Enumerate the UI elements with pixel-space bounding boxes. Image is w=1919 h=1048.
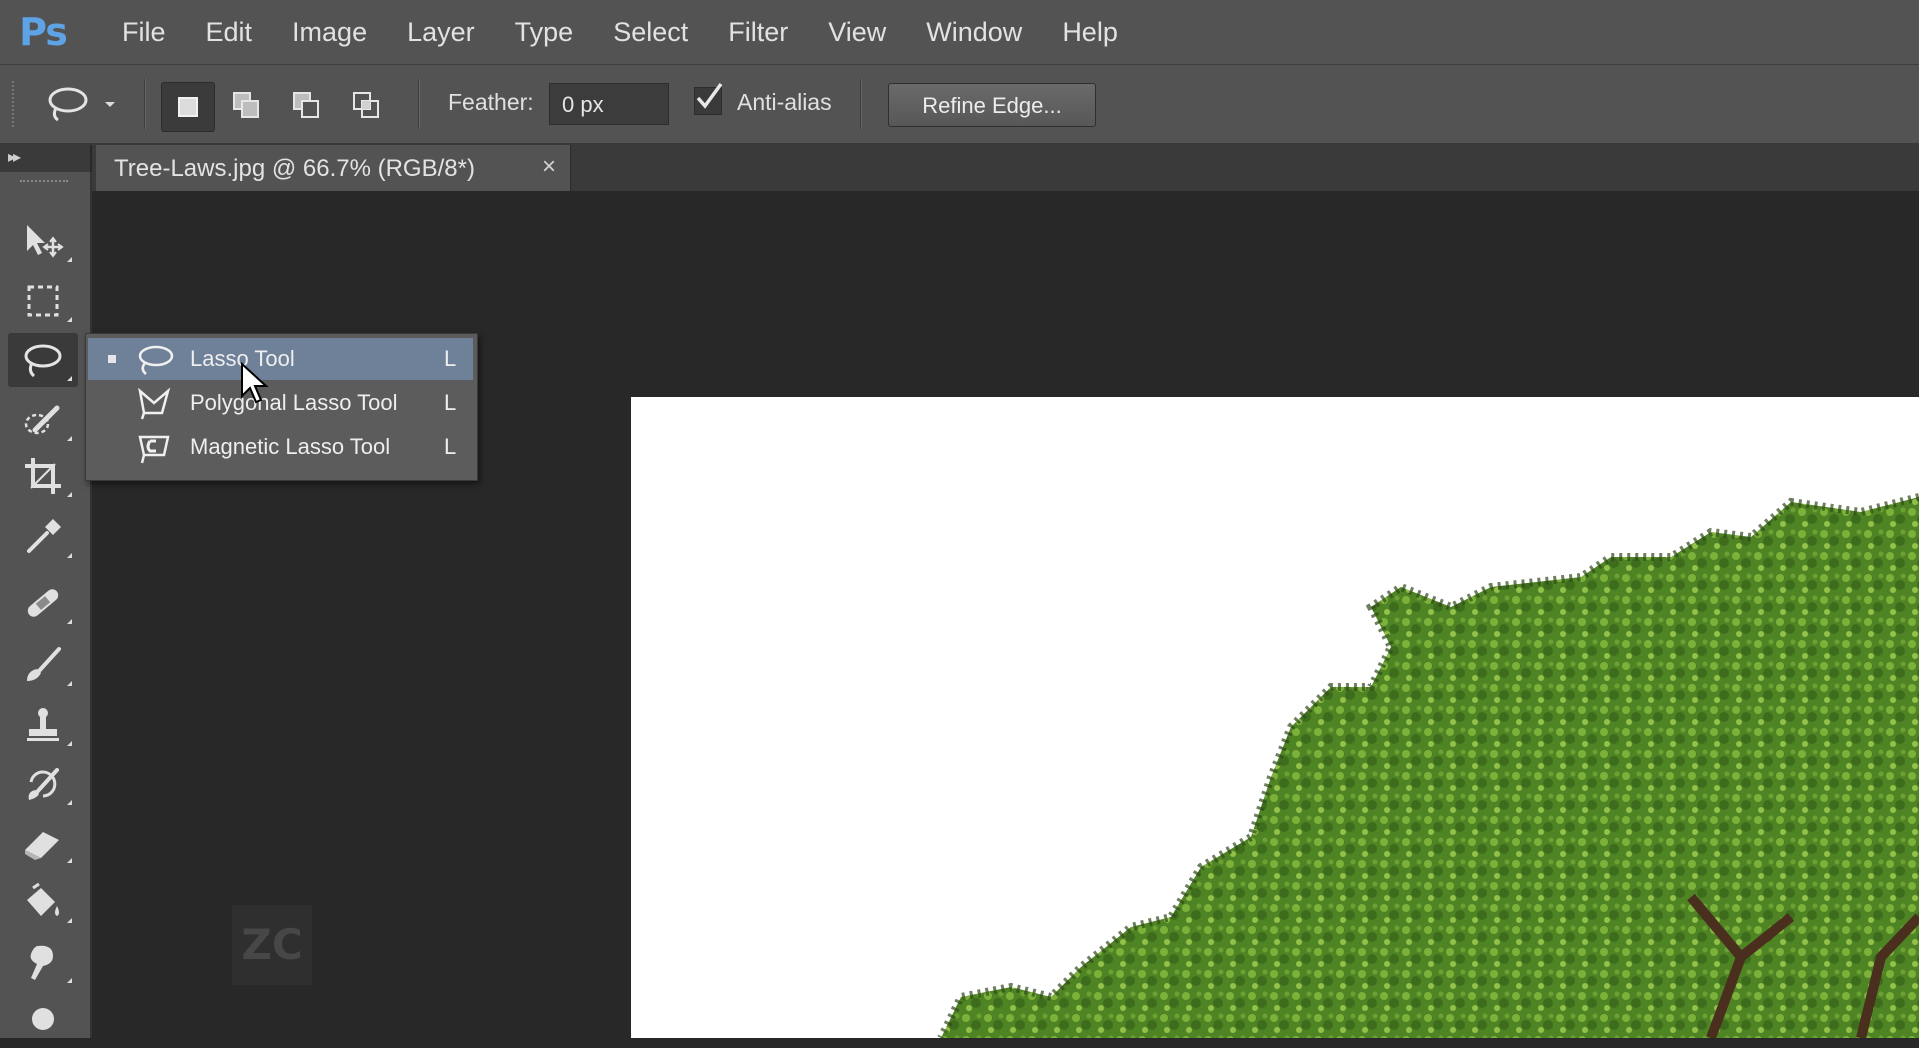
subtract-from-selection-button[interactable]: [281, 82, 333, 130]
flyout-item-magnetic-lasso-tool[interactable]: Magnetic Lasso Tool L: [88, 426, 473, 468]
options-separator: [418, 79, 420, 129]
clone-stamp-tool-button[interactable]: [8, 698, 78, 752]
options-separator: [144, 79, 146, 129]
eyedropper-tool-icon: [27, 519, 61, 553]
magnetic-lasso-icon: [138, 435, 170, 464]
lasso-tools-flyout-menu: Lasso Tool L Polygonal Lasso Tool L Magn…: [85, 333, 478, 481]
menu-view[interactable]: View: [808, 0, 906, 64]
feather-label: Feather:: [448, 89, 534, 115]
brush-tool-button[interactable]: [8, 638, 78, 692]
history-brush-tool-icon: [28, 768, 59, 800]
history-brush-tool-button[interactable]: [8, 757, 78, 811]
options-bar: Feather: 0 px Anti-alias Refine Edge...: [0, 65, 1919, 145]
dodge-tool-button[interactable]: [8, 994, 78, 1048]
quick-selection-tool-icon: [24, 405, 60, 435]
flyout-item-shortcut: L: [444, 434, 457, 459]
tools-panel-grip[interactable]: [20, 180, 68, 186]
lasso-icon: [138, 345, 174, 375]
mouse-cursor-icon: [241, 362, 269, 404]
move-tool-icon: [27, 225, 64, 258]
tool-preset-picker[interactable]: [44, 81, 134, 127]
healing-brush-tool-button[interactable]: [8, 576, 78, 630]
chevron-down-icon: [105, 102, 115, 107]
flyout-item-label: Polygonal Lasso Tool: [190, 390, 398, 415]
marquee-tool-button[interactable]: [8, 274, 78, 328]
photoshop-logo: Ps: [19, 10, 68, 54]
menu-window[interactable]: Window: [906, 0, 1042, 64]
intersect-selection-icon: [353, 92, 379, 118]
eraser-tool-button[interactable]: [8, 815, 78, 869]
lasso-tool-icon: [24, 344, 62, 378]
smudge-tool-button[interactable]: [8, 935, 78, 989]
clone-stamp-tool-icon: [27, 708, 59, 741]
marquee-tool-icon: [27, 285, 59, 317]
flyout-item-shortcut: L: [444, 390, 457, 415]
anti-alias-checkbox[interactable]: [694, 82, 723, 115]
eraser-tool-icon: [25, 832, 59, 860]
flyout-item-label: Magnetic Lasso Tool: [190, 434, 391, 459]
quick-selection-tool-button[interactable]: [8, 393, 78, 447]
tools-panel-header: ▸▸: [0, 145, 90, 173]
crop-tool-button[interactable]: [8, 449, 78, 503]
lasso-icon: [48, 87, 88, 122]
paint-bucket-tool-button[interactable]: [8, 875, 78, 929]
flyout-item-polygonal-lasso-tool[interactable]: Polygonal Lasso Tool L: [88, 382, 473, 424]
watermark-logo: ZC: [232, 905, 312, 985]
crop-tool-icon: [25, 458, 61, 494]
anti-alias-label: Anti-alias: [737, 89, 832, 115]
flyout-item-shortcut: L: [444, 346, 457, 371]
menu-help[interactable]: Help: [1042, 0, 1138, 64]
new-selection-button[interactable]: [161, 82, 215, 132]
dodge-tool-icon: [32, 1008, 54, 1030]
document-title: Tree-Laws.jpg @ 66.7% (RGB/8*): [114, 155, 475, 182]
tools-panel: [0, 172, 92, 1038]
menu-type[interactable]: Type: [495, 0, 594, 64]
menu-bar: Ps File Edit Image Layer Type Select Fil…: [0, 0, 1919, 65]
polygonal-lasso-icon: [138, 387, 171, 420]
lasso-tool-button[interactable]: [8, 333, 78, 387]
add-selection-icon: [233, 92, 259, 118]
refine-edge-button[interactable]: Refine Edge...: [888, 83, 1096, 127]
eyedropper-tool-button[interactable]: [8, 510, 78, 564]
menu-file[interactable]: File: [102, 0, 186, 64]
menu-select[interactable]: Select: [593, 0, 708, 64]
selected-bullet-icon: [108, 355, 116, 363]
document-tab[interactable]: Tree-Laws.jpg @ 66.7% (RGB/8*) ×: [96, 145, 571, 191]
menu-filter[interactable]: Filter: [708, 0, 808, 64]
document-tab-bar: Tree-Laws.jpg @ 66.7% (RGB/8*) ×: [92, 145, 1919, 191]
options-separator: [860, 79, 862, 129]
options-bar-grip[interactable]: [12, 81, 18, 127]
expand-panel-icon[interactable]: ▸▸: [8, 147, 21, 167]
add-to-selection-button[interactable]: [221, 82, 273, 130]
flyout-item-lasso-tool[interactable]: Lasso Tool L: [88, 338, 473, 380]
healing-brush-tool-icon: [27, 589, 59, 617]
brush-tool-icon: [27, 647, 61, 681]
feather-input[interactable]: 0 px: [549, 83, 669, 125]
move-tool-button[interactable]: [8, 214, 78, 268]
intersect-selection-button[interactable]: [341, 82, 393, 130]
subtract-selection-icon: [293, 92, 319, 118]
smudge-tool-icon: [30, 945, 53, 980]
menu-image[interactable]: Image: [272, 0, 387, 64]
menu-edit[interactable]: Edit: [186, 0, 273, 64]
close-document-icon[interactable]: ×: [542, 153, 556, 181]
new-selection-icon: [178, 97, 198, 117]
paint-bucket-tool-icon: [27, 882, 59, 916]
menu-layer[interactable]: Layer: [387, 0, 495, 64]
tree-foliage-image: [937, 493, 1919, 1038]
image-canvas[interactable]: [631, 397, 1919, 1038]
checkmark-icon: [696, 82, 723, 109]
